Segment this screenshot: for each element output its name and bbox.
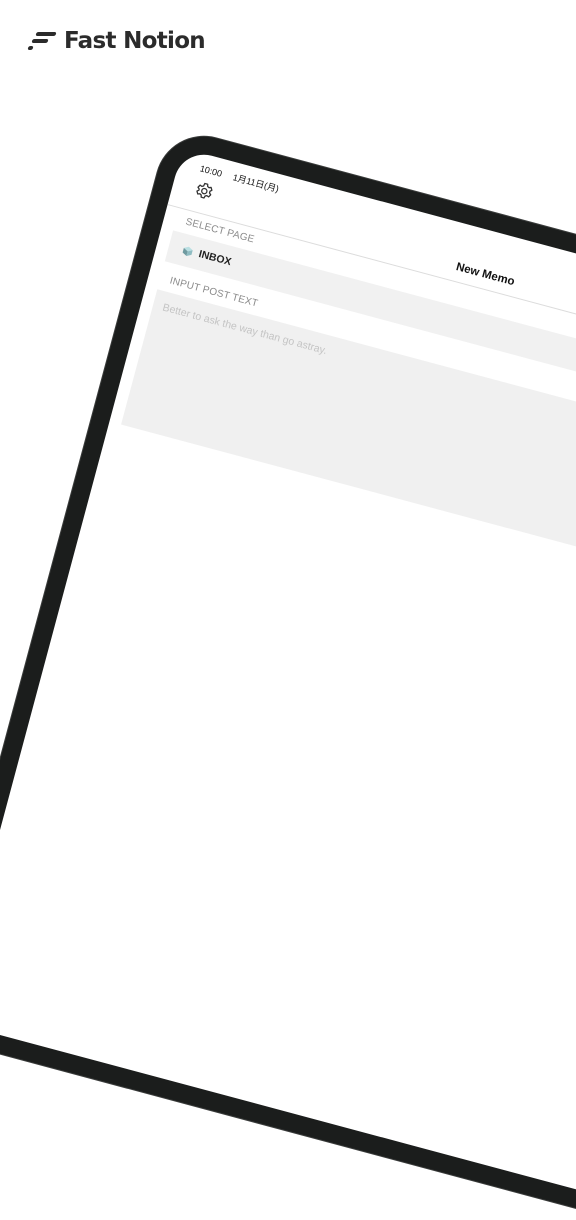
- post-text-placeholder: Better to ask the way than go astray.: [161, 301, 329, 358]
- brand-name: Fast Notion: [64, 28, 206, 54]
- fast-notion-logo-icon: [27, 29, 57, 53]
- tablet-frame: 10:00 1月11日(月) New Memo SELECT PAGE INBO…: [0, 126, 576, 1220]
- status-time: 10:00: [198, 163, 224, 179]
- app-screen: 10:00 1月11日(月) New Memo SELECT PAGE INBO…: [0, 148, 576, 1199]
- gear-icon: [196, 182, 213, 199]
- cube-icon: [182, 246, 193, 256]
- settings-button[interactable]: [192, 179, 216, 203]
- status-date: 1月11日(月): [231, 172, 281, 195]
- brand-header: Fast Notion: [27, 28, 206, 54]
- selected-page-name: INBOX: [197, 248, 233, 269]
